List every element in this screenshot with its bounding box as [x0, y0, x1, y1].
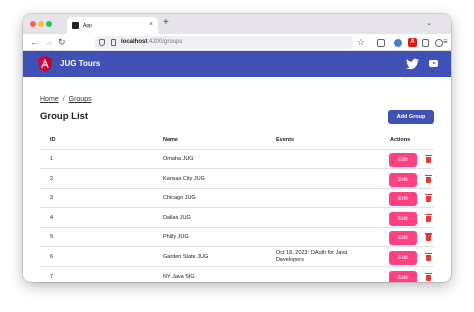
- app-header: JUG Tours: [23, 51, 451, 77]
- table-row: 4 Dallas JUG Edit: [40, 209, 434, 228]
- row-events: Oct 18, 2023: OAuth for Java Developers: [276, 250, 348, 263]
- page-info-icon[interactable]: [111, 39, 116, 46]
- extension-badge-icon[interactable]: A: [408, 38, 417, 47]
- angular-logo-icon[interactable]: [38, 56, 52, 72]
- main-content: Home / Groups Group List Add Group ID Name…: [23, 77, 451, 282]
- delete-trash-icon[interactable]: [425, 194, 432, 203]
- edit-button[interactable]: Edit: [389, 251, 417, 265]
- maximize-window-button[interactable]: [46, 21, 52, 27]
- app-title[interactable]: JUG Tours: [60, 59, 100, 68]
- row-id: 2: [50, 175, 54, 182]
- table-header: ID Name Events Actions: [40, 133, 434, 150]
- address-bar[interactable]: localhost:4200/groups ☆: [95, 36, 365, 49]
- pocket-icon[interactable]: [377, 39, 385, 47]
- close-window-button[interactable]: [30, 21, 36, 27]
- url-text[interactable]: localhost:4200/groups: [121, 39, 182, 45]
- url-host: localhost: [121, 39, 148, 45]
- table-row: 5 Philly JUG Edit: [40, 228, 434, 248]
- delete-trash-icon[interactable]: [425, 155, 432, 163]
- shield-icon[interactable]: [99, 39, 105, 46]
- menu-icon[interactable]: ≡: [443, 38, 448, 46]
- row-name: Dallas JUG: [163, 214, 191, 221]
- twitter-icon[interactable]: [406, 58, 419, 70]
- edit-button[interactable]: Edit: [389, 192, 417, 207]
- breadcrumb-groups-link[interactable]: Groups: [69, 96, 92, 103]
- row-name: Omaha JUG: [163, 156, 194, 162]
- breadcrumb: Home / Groups: [40, 96, 92, 103]
- back-button[interactable]: ←: [30, 37, 39, 47]
- table-row: 7 NY Java SIG Edit: [40, 268, 434, 282]
- row-name: Philly JUG: [163, 234, 189, 241]
- breadcrumb-separator: /: [62, 96, 65, 103]
- tab-bar: App × + ⌄: [23, 14, 451, 34]
- row-id: 1: [50, 156, 54, 162]
- tab-list-icon[interactable]: ⌄: [426, 19, 432, 27]
- add-group-button[interactable]: Add Group: [388, 110, 434, 124]
- row-id: 4: [50, 214, 54, 221]
- edit-button[interactable]: Edit: [389, 153, 417, 167]
- row-id: 3: [50, 195, 54, 202]
- breadcrumb-home-link[interactable]: Home: [40, 96, 59, 103]
- page-title: Group List: [40, 111, 89, 122]
- row-name: NY Java SIG: [163, 273, 195, 280]
- row-name: Garden State JUG: [163, 254, 209, 260]
- tab-title: App: [83, 22, 92, 29]
- tab-close-icon[interactable]: ×: [149, 21, 153, 28]
- delete-trash-icon[interactable]: [425, 174, 432, 183]
- reload-button[interactable]: ↻: [58, 37, 66, 47]
- table-row: 1 Omaha JUG Edit: [40, 150, 434, 169]
- new-tab-button[interactable]: +: [163, 18, 169, 28]
- header-actions: Actions: [390, 137, 411, 143]
- edit-button[interactable]: Edit: [389, 211, 417, 226]
- header-id: ID: [50, 137, 56, 143]
- url-path: :4200/groups: [147, 39, 183, 45]
- extension-badge-label: A: [410, 39, 415, 45]
- row-id: 6: [50, 254, 54, 260]
- table-row: 3 Chicago JUG Edit: [40, 189, 434, 209]
- delete-trash-icon[interactable]: [425, 213, 432, 222]
- bookmark-star-icon[interactable]: ☆: [357, 37, 365, 47]
- delete-trash-icon[interactable]: [425, 253, 432, 261]
- header-events: Events: [276, 137, 295, 143]
- delete-trash-icon[interactable]: [425, 233, 432, 242]
- browser-toolbar: ← → ↻ localhost:4200/groups ☆ A ≡: [23, 34, 451, 51]
- edit-button[interactable]: Edit: [389, 172, 417, 187]
- row-id: 7: [50, 273, 54, 280]
- edit-button[interactable]: Edit: [389, 231, 417, 246]
- extensions-icon[interactable]: [422, 39, 429, 47]
- youtube-icon[interactable]: [429, 60, 438, 67]
- row-name: Kansas City JUG: [163, 175, 205, 182]
- account-icon[interactable]: [394, 39, 402, 47]
- forward-button[interactable]: →: [44, 37, 53, 47]
- edit-button[interactable]: Edit: [389, 270, 417, 282]
- row-name: Chicago JUG: [163, 195, 196, 202]
- row-id: 5: [50, 234, 54, 241]
- delete-trash-icon[interactable]: [425, 272, 432, 281]
- browser-tab[interactable]: App ×: [67, 17, 158, 34]
- settings-icon[interactable]: [435, 39, 443, 47]
- header-name: Name: [163, 137, 178, 143]
- minimize-window-button[interactable]: [38, 21, 44, 27]
- table-row: 6 Garden State JUG Oct 18, 2023: OAuth for…: [40, 248, 434, 267]
- angular-favicon-icon: [72, 22, 79, 29]
- browser-window: App × + ⌄ ← → ↻ localhost:4200/groups ☆ …: [23, 14, 451, 282]
- table-row: 2 Kansas City JUG Edit: [40, 170, 434, 189]
